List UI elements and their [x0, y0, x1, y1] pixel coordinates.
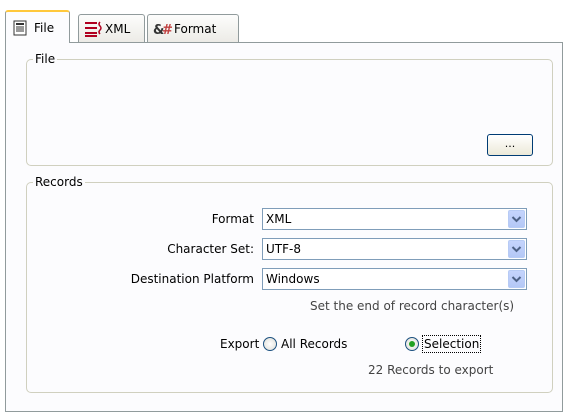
tab-xml[interactable]: XML — [78, 14, 145, 42]
xml-icon — [84, 20, 102, 38]
tab-xml-label: XML — [105, 21, 131, 36]
charset-row: Character Set: — [27, 238, 254, 260]
file-group-title: File — [33, 51, 58, 67]
charset-value: UTF-8 — [266, 242, 301, 256]
format-value: XML — [266, 212, 292, 226]
platform-hint: Set the end of record character(s) — [310, 299, 515, 313]
tab-file[interactable]: File — [5, 10, 70, 43]
selection-label[interactable]: Selection — [421, 335, 482, 353]
svg-text:#: # — [162, 23, 173, 38]
tab-format[interactable]: & # Format — [147, 14, 239, 42]
radio-dot — [409, 341, 415, 347]
chevron-down-icon[interactable] — [508, 210, 525, 228]
tab-panel-file: File ... Records Format XML Character Se… — [5, 42, 563, 412]
tab-bar: File XML & # Format — [5, 8, 563, 43]
charset-select[interactable]: UTF-8 — [262, 238, 527, 260]
charset-label: Character Set: — [167, 242, 254, 256]
format-row: Format — [27, 208, 254, 230]
records-group: Records Format XML Character Set: UTF-8 — [26, 174, 553, 393]
browse-button[interactable]: ... — [487, 134, 533, 156]
platform-select[interactable]: Windows — [262, 268, 527, 290]
file-icon — [11, 19, 29, 37]
platform-value: Windows — [266, 272, 320, 286]
chevron-down-icon[interactable] — [508, 240, 525, 258]
tab-format-label: Format — [174, 21, 217, 36]
platform-row: Destination Platform — [27, 268, 254, 290]
format-label: Format — [211, 212, 254, 226]
chevron-down-icon[interactable] — [508, 270, 525, 288]
selection-radio[interactable] — [405, 337, 419, 351]
file-group: File ... — [26, 51, 553, 166]
export-label: Export — [220, 337, 260, 351]
all-records-radio[interactable] — [263, 337, 277, 351]
platform-label: Destination Platform — [130, 272, 254, 286]
format-icon: & # — [153, 20, 173, 38]
records-group-title: Records — [33, 174, 85, 190]
tab-file-label: File — [34, 20, 55, 35]
export-dialog: File XML & # Format File ... Records For… — [5, 8, 563, 412]
records-count: 22 Records to export — [368, 363, 494, 377]
format-select[interactable]: XML — [262, 208, 527, 230]
all-records-label[interactable]: All Records — [281, 336, 347, 352]
